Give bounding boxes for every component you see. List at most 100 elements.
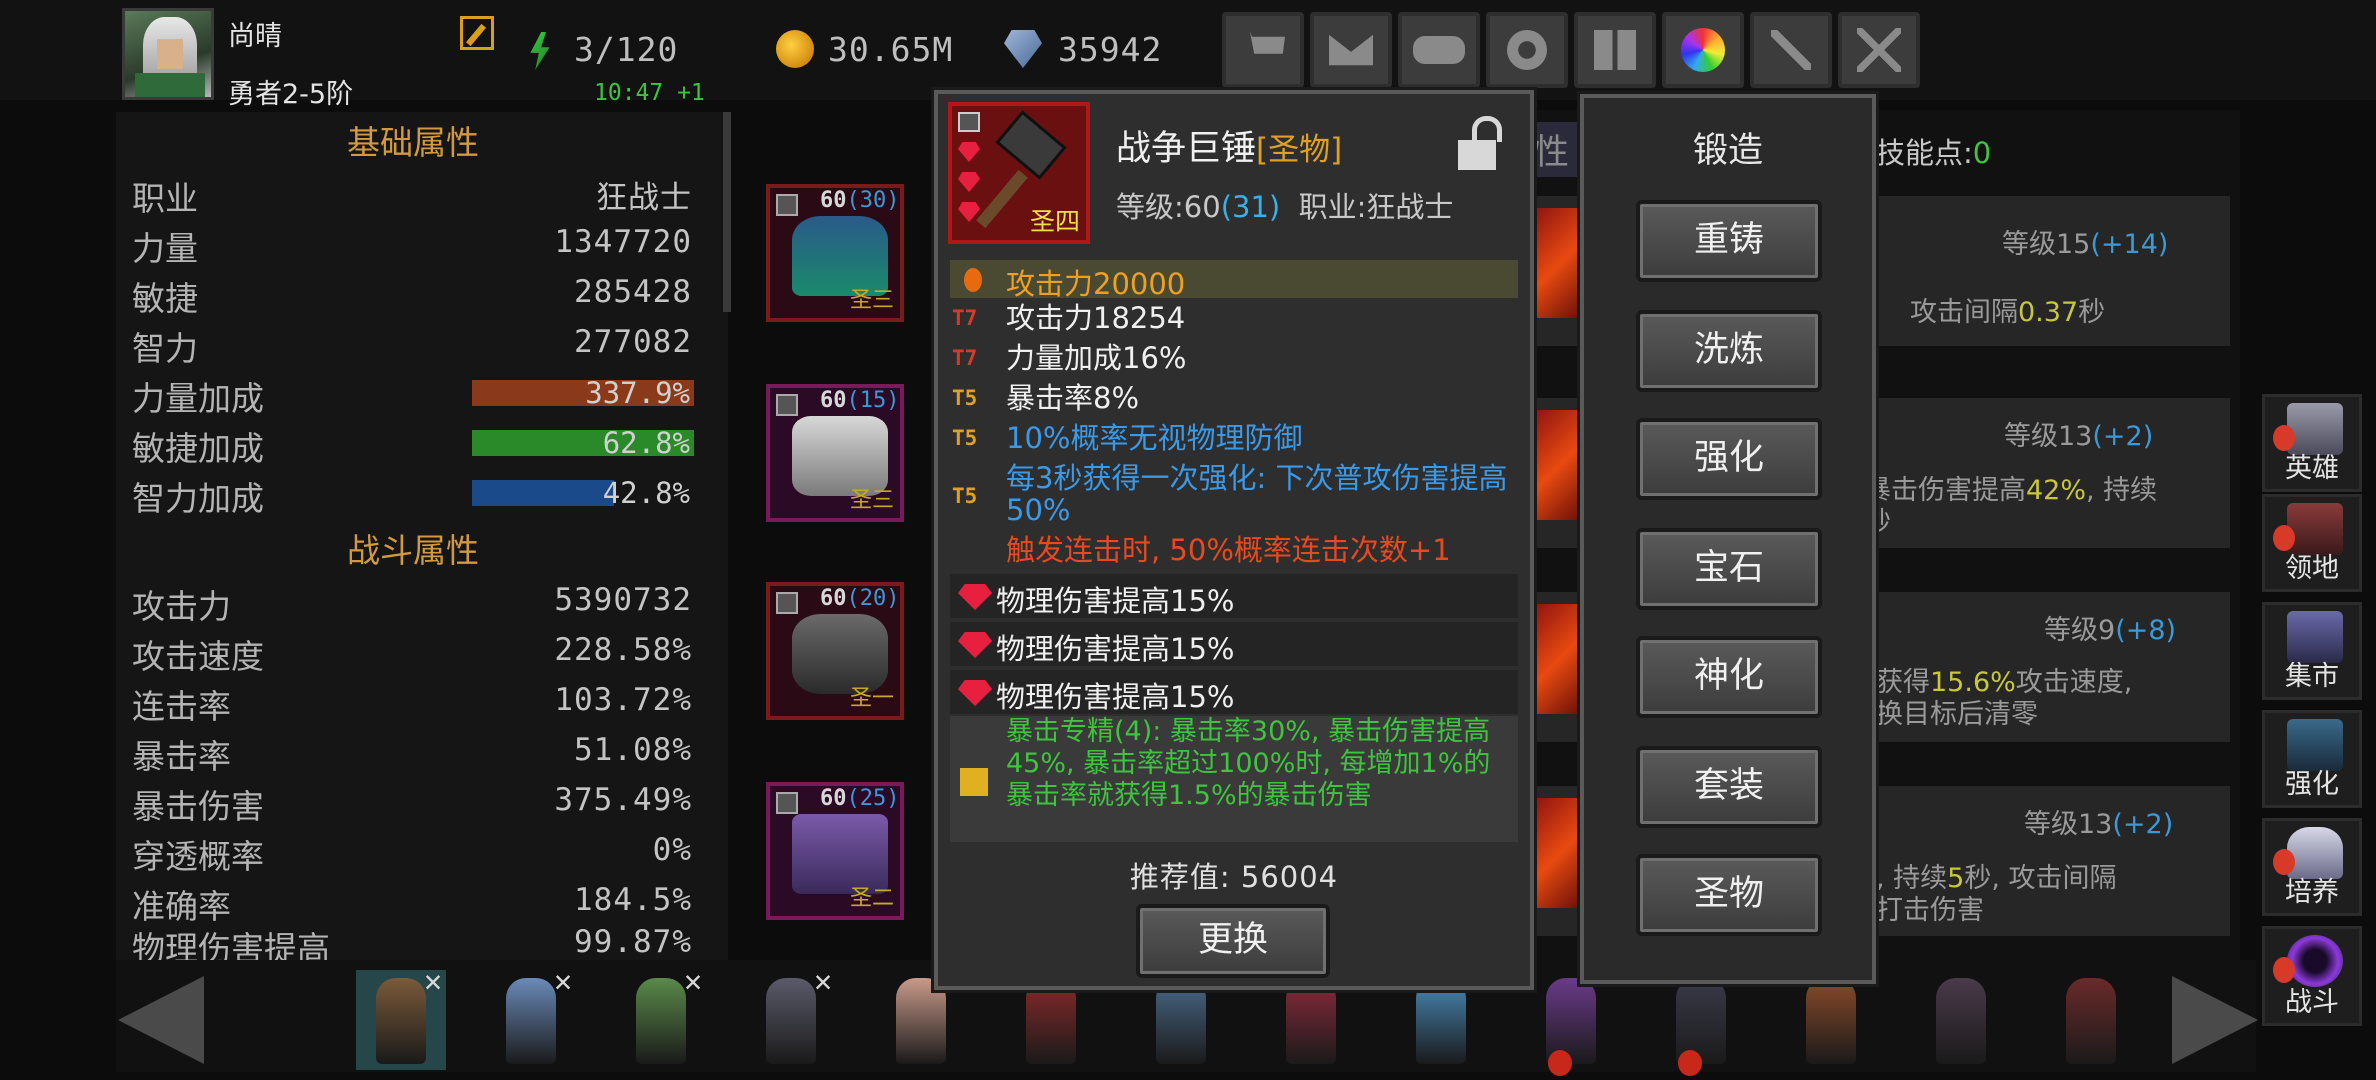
strength-bonus-bar: 337.9% <box>472 376 694 410</box>
gem-button[interactable]: 宝石 <box>1636 528 1822 610</box>
nav-label: 集市 <box>2285 661 2339 692</box>
nav-label: 培养 <box>2285 877 2339 908</box>
gift-button[interactable] <box>1574 12 1656 88</box>
deployed-x-icon: ✕ <box>683 964 702 999</box>
settings-button[interactable] <box>1486 12 1568 88</box>
set-bonus-row[interactable]: 暴击专精(4): 暴击率30%, 暴击伤害提高45%, 暴击率超过100%时, … <box>950 716 1518 842</box>
item-tier-badge: 圣四 <box>1029 207 1080 236</box>
lucky-wheel-icon <box>1681 28 1725 72</box>
attr-label: 暴击伤害 <box>132 787 264 826</box>
hero-avatar[interactable] <box>122 8 214 100</box>
hero-sprite <box>1286 978 1336 1064</box>
hero-portrait[interactable]: ✕ <box>486 964 576 1070</box>
equipment-slot-helmet[interactable]: 60(30) 圣三 <box>766 184 904 322</box>
attr-label: 穿透概率 <box>132 837 264 876</box>
affix-text: 每3秒获得一次强化: 下次普攻伤害提高50% <box>1006 461 1508 527</box>
deployed-x-icon: ✕ <box>553 964 572 999</box>
alert-icon <box>1548 1050 1572 1076</box>
hero-portrait[interactable] <box>1656 970 1746 1076</box>
lock-icon <box>958 112 980 132</box>
deify-button[interactable]: 神化 <box>1636 636 1822 718</box>
attr-label: 敏捷 <box>132 279 198 318</box>
hero-sprite <box>636 978 686 1064</box>
mail-button[interactable] <box>1310 12 1392 88</box>
gamepad-button[interactable] <box>1398 12 1480 88</box>
attr-label: 力量加成 <box>132 379 264 418</box>
gift-icon <box>1594 30 1636 70</box>
hero-portrait[interactable]: ✕ <box>746 964 836 1070</box>
hero-sprite <box>1936 978 1986 1064</box>
skill-desc-line2: 换目标后清零 <box>1876 699 2038 730</box>
skill-desc: 攻击间隔0.37秒 <box>1910 297 2106 328</box>
unlock-icon[interactable] <box>1458 116 1504 170</box>
attr-value: 228.58% <box>554 632 692 668</box>
nav-battle[interactable]: 战斗 <box>2262 926 2362 1026</box>
gem-bonus: 物理伤害提高15% <box>996 584 1235 618</box>
relic-button[interactable]: 圣物 <box>1636 854 1822 936</box>
refine-button[interactable]: 洗炼 <box>1636 310 1822 392</box>
ruby-gem-icon <box>958 142 980 162</box>
reforge-button[interactable]: 重铸 <box>1636 200 1822 282</box>
affix-tier: T5 <box>952 386 978 410</box>
nav-market[interactable]: 集市 <box>2262 602 2362 700</box>
nav-enhance[interactable]: 强化 <box>2262 710 2362 808</box>
battle-button[interactable] <box>1838 12 1920 88</box>
attr-value: 277082 <box>574 324 692 360</box>
cart-icon <box>1241 31 1285 54</box>
hero-sprite <box>1156 978 1206 1064</box>
gem-socket-row: 物理伤害提高15% <box>950 670 1518 714</box>
nav-cultivate[interactable]: 培养 <box>2262 818 2362 916</box>
hero-portrait[interactable] <box>1526 970 1616 1076</box>
hero-portrait[interactable]: ✕ <box>616 964 706 1070</box>
forge-title: 锻造 <box>1692 131 1763 171</box>
slot-tier-tag: 圣三 <box>850 288 895 313</box>
attr-value: 51.08% <box>574 732 692 768</box>
hero-portrait[interactable] <box>1916 970 2006 1070</box>
alert-icon <box>1678 1050 1702 1076</box>
mail-icon <box>1329 34 1373 66</box>
set-bonus-text: 暴击专精(4): 暴击率30%, 暴击伤害提高45%, 暴击率超过100%时, … <box>1006 716 1491 811</box>
nav-hero[interactable]: 英雄 <box>2262 394 2362 492</box>
equipment-slot-gloves[interactable]: 60(20) 圣一 <box>766 582 904 720</box>
set-button[interactable]: 套装 <box>1636 746 1822 828</box>
intellect-bonus-bar: 42.8% <box>472 476 694 510</box>
nav-territory[interactable]: 领地 <box>2262 494 2362 592</box>
attr-label: 暴击率 <box>132 737 231 776</box>
energy-value: 3/120 <box>574 30 679 69</box>
attr-value: 103.72% <box>554 682 692 718</box>
lock-icon <box>776 194 798 216</box>
crossed-swords-icon <box>1857 28 1901 72</box>
attribute-scrollbar[interactable] <box>723 112 731 312</box>
lucky-wheel-button[interactable] <box>1662 12 1744 88</box>
affix-text: 攻击力18254 <box>1006 301 1186 335</box>
bar-value: 62.8% <box>602 426 690 460</box>
base-attributes-title: 基础属性 <box>347 123 479 162</box>
energy-icon <box>522 32 560 70</box>
nav-label: 领地 <box>2285 553 2339 584</box>
attr-label: 准确率 <box>132 887 231 926</box>
hero-portrait[interactable] <box>1786 970 1876 1070</box>
edit-name-icon[interactable] <box>460 16 494 50</box>
hero-portrait[interactable] <box>2046 970 2136 1070</box>
shop-button[interactable] <box>1222 12 1304 88</box>
fireworks-button[interactable] <box>1750 12 1832 88</box>
nav-label: 强化 <box>2285 769 2339 800</box>
attr-label: 力量 <box>132 229 198 268</box>
energy-timer: 10:47 +1 <box>594 80 705 106</box>
recommend-score: 推荐值: 56004 <box>1129 860 1339 894</box>
bar-fill <box>472 480 615 506</box>
gamepad-icon <box>1413 36 1465 64</box>
ruby-gem-icon <box>958 172 980 192</box>
hero-sprite <box>896 978 946 1064</box>
affix-tier: T7 <box>952 346 978 370</box>
enhance-button[interactable]: 强化 <box>1636 418 1822 500</box>
war-hammer-icon <box>995 110 1067 180</box>
equipment-slot-armor[interactable]: 60(15) 圣三 <box>766 384 904 522</box>
main-stat-row: 攻击力20000 <box>950 260 1518 301</box>
ruby-gem-icon <box>958 584 992 610</box>
hero-portrait[interactable]: ✕ <box>356 964 446 1070</box>
hero-name: 尚晴 <box>228 21 282 52</box>
gem-bonus: 物理伤害提高15% <box>996 632 1235 666</box>
equipment-slot-boots[interactable]: 60(25) 圣二 <box>766 782 904 920</box>
replace-button[interactable]: 更换 <box>1136 904 1330 978</box>
